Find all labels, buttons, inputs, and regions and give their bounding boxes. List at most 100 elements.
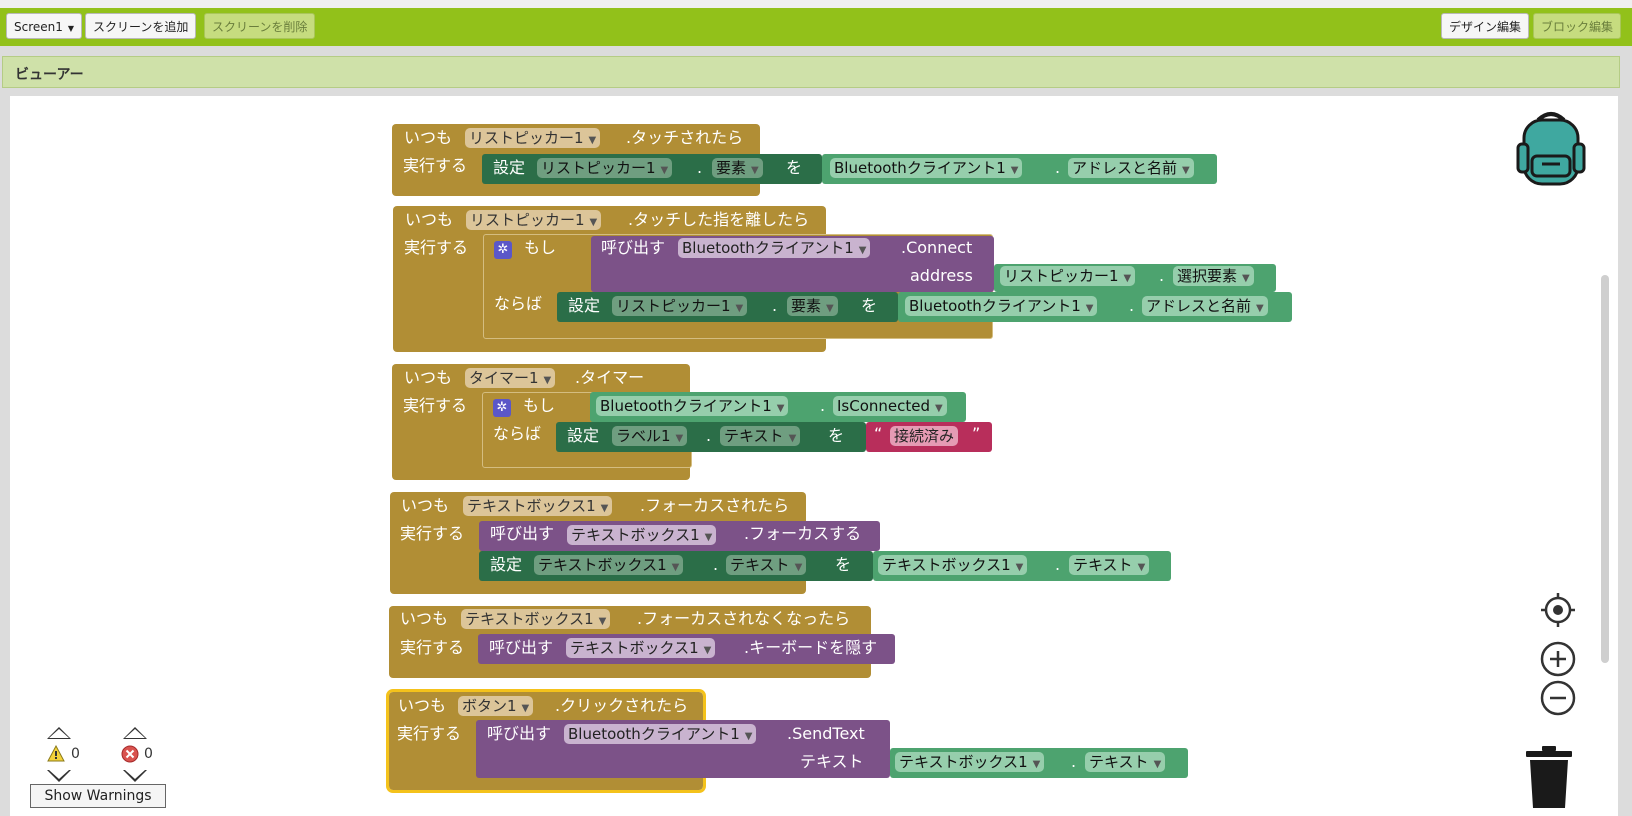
event-name: .タイマー [575,368,645,387]
property-dropdown[interactable]: IsConnected ▼ [833,396,947,416]
property-dropdown[interactable]: テキスト ▼ [720,426,801,446]
chevron-down-icon: ▼ [1242,273,1250,284]
center-icon[interactable] [1540,592,1576,628]
blocks-workspace[interactable] [10,96,1618,816]
design-edit-button[interactable]: デザイン編集 [1441,13,1530,39]
component-name: テキストボックス1 [570,639,699,657]
component-dropdown[interactable]: Bluetoothクライアント1 ▼ [564,724,757,744]
property-dropdown[interactable]: アドレスと名前 ▼ [1068,158,1194,178]
event-name: .クリックされたら [555,696,689,715]
dot-separator: . [820,396,826,415]
component-dropdown[interactable]: テキストボックス1 ▼ [895,752,1045,772]
component-dropdown[interactable]: テキストボックス1 ▼ [566,638,716,658]
property-dropdown[interactable]: 選択要素 ▼ [1173,266,1254,286]
event-name: .タッチされたら [626,128,744,147]
property-dropdown[interactable]: 要素 ▼ [787,296,838,316]
component-dropdown[interactable]: リストピッカー1 ▼ [465,128,601,148]
show-warnings-button[interactable]: Show Warnings [30,784,166,808]
component-name: リストピッカー1 [541,159,656,177]
component-name: Bluetoothクライアント1 [909,297,1081,315]
string-value[interactable]: 接続済み [890,426,959,446]
set-keyword: 設定 [568,296,601,315]
component-name: ラベル1 [616,427,671,445]
component-dropdown[interactable]: テキストボックス1 ▼ [534,555,684,575]
component-name: リストピッカー1 [1004,267,1119,285]
event-keyword: いつも [398,696,447,715]
chevron-down-icon: ▼ [776,403,785,414]
zoom-out-icon[interactable] [1540,680,1576,716]
component-dropdown[interactable]: リストピッカー1 ▼ [612,296,748,316]
component-dropdown[interactable]: リストピッカー1 ▼ [537,158,673,178]
component-dropdown[interactable]: リストピッカー1 ▼ [1000,266,1136,286]
component-dropdown[interactable]: ボタン1 ▼ [458,696,534,716]
component-dropdown[interactable]: Bluetoothクライアント1 ▼ [678,238,871,258]
to-keyword: を [835,555,852,574]
chevron-down-icon: ▼ [1085,303,1094,314]
component-dropdown[interactable]: テキストボックス1 ▼ [463,496,613,516]
screen-select[interactable]: Screen1 ▼ [6,13,83,39]
property-name: アドレスと名前 [1146,297,1252,315]
zoom-in-icon[interactable] [1540,641,1576,677]
to-keyword: を [828,426,845,445]
gear-icon[interactable]: ✲ [493,399,511,417]
dot-separator: . [1071,752,1077,771]
property-dropdown[interactable]: テキスト ▼ [1085,752,1166,772]
vertical-scrollbar[interactable] [1601,275,1609,663]
warning-prev-arrow[interactable] [47,727,71,739]
error-icon [121,745,139,763]
event-keyword: いつも [401,496,450,515]
component-dropdown[interactable]: リストピッカー1 ▼ [466,210,602,230]
chevron-down-icon: ▼ [675,433,684,444]
dot-separator: . [706,426,712,445]
quote-open: “ [874,424,883,443]
remove-screen-button[interactable]: スクリーンを削除 [204,13,316,39]
call-keyword: 呼び出す [489,638,554,657]
do-keyword: 実行する [400,524,465,543]
backpack-icon[interactable] [1512,110,1590,188]
component-dropdown[interactable]: Bluetoothクライアント1 ▼ [905,296,1098,316]
do-keyword: 実行する [404,238,469,257]
component-name: Bluetoothクライアント1 [834,159,1006,177]
then-keyword: ならば [493,424,542,443]
dot-separator: . [1055,555,1061,574]
error-next-arrow[interactable] [123,770,147,782]
to-keyword: を [861,296,878,315]
component-dropdown[interactable]: Bluetoothクライアント1 ▼ [596,396,789,416]
error-prev-arrow[interactable] [123,727,147,739]
gear-icon[interactable]: ✲ [494,241,512,259]
error-count: 0 [144,746,153,762]
dot-separator: . [713,555,719,574]
property-dropdown[interactable]: テキスト ▼ [1069,555,1150,575]
component-name: Bluetoothクライアント1 [600,397,772,415]
warning-next-arrow[interactable] [47,770,71,782]
component-name: タイマー1 [469,369,539,387]
property-dropdown[interactable]: テキスト ▼ [726,555,807,575]
component-dropdown[interactable]: Bluetoothクライアント1 ▼ [830,158,1023,178]
component-name: リストピッカー1 [616,297,731,315]
chevron-down-icon: ▼ [751,165,759,176]
property-dropdown[interactable]: アドレスと名前 ▼ [1142,296,1268,316]
property-dropdown[interactable]: 要素 ▼ [712,158,763,178]
chevron-down-icon: ▼ [826,303,834,314]
chevron-down-icon: ▼ [671,562,680,573]
do-keyword: 実行する [403,156,468,175]
block-edit-button[interactable]: ブロック編集 [1533,13,1622,39]
add-screen-button[interactable]: スクリーンを追加 [85,13,197,39]
property-name: テキスト [724,427,784,445]
method-name: .SendText [787,724,865,743]
component-dropdown[interactable]: テキストボックス1 ▼ [461,609,611,629]
component-dropdown[interactable]: タイマー1 ▼ [465,368,556,388]
do-keyword: 実行する [400,638,465,657]
property-name: テキスト [1089,753,1149,771]
call-keyword: 呼び出す [490,524,555,543]
component-name: ボタン1 [462,697,517,715]
property-name: 要素 [716,159,747,177]
component-name: リストピッカー1 [469,129,584,147]
component-dropdown[interactable]: テキストボックス1 ▼ [567,525,717,545]
trash-icon[interactable] [1524,744,1574,810]
chevron-down-icon: ▼ [1182,165,1190,176]
call-keyword: 呼び出す [487,724,552,743]
component-dropdown[interactable]: テキストボックス1 ▼ [878,555,1028,575]
component-dropdown[interactable]: ラベル1 ▼ [612,426,688,446]
dot-separator: . [1129,296,1135,315]
